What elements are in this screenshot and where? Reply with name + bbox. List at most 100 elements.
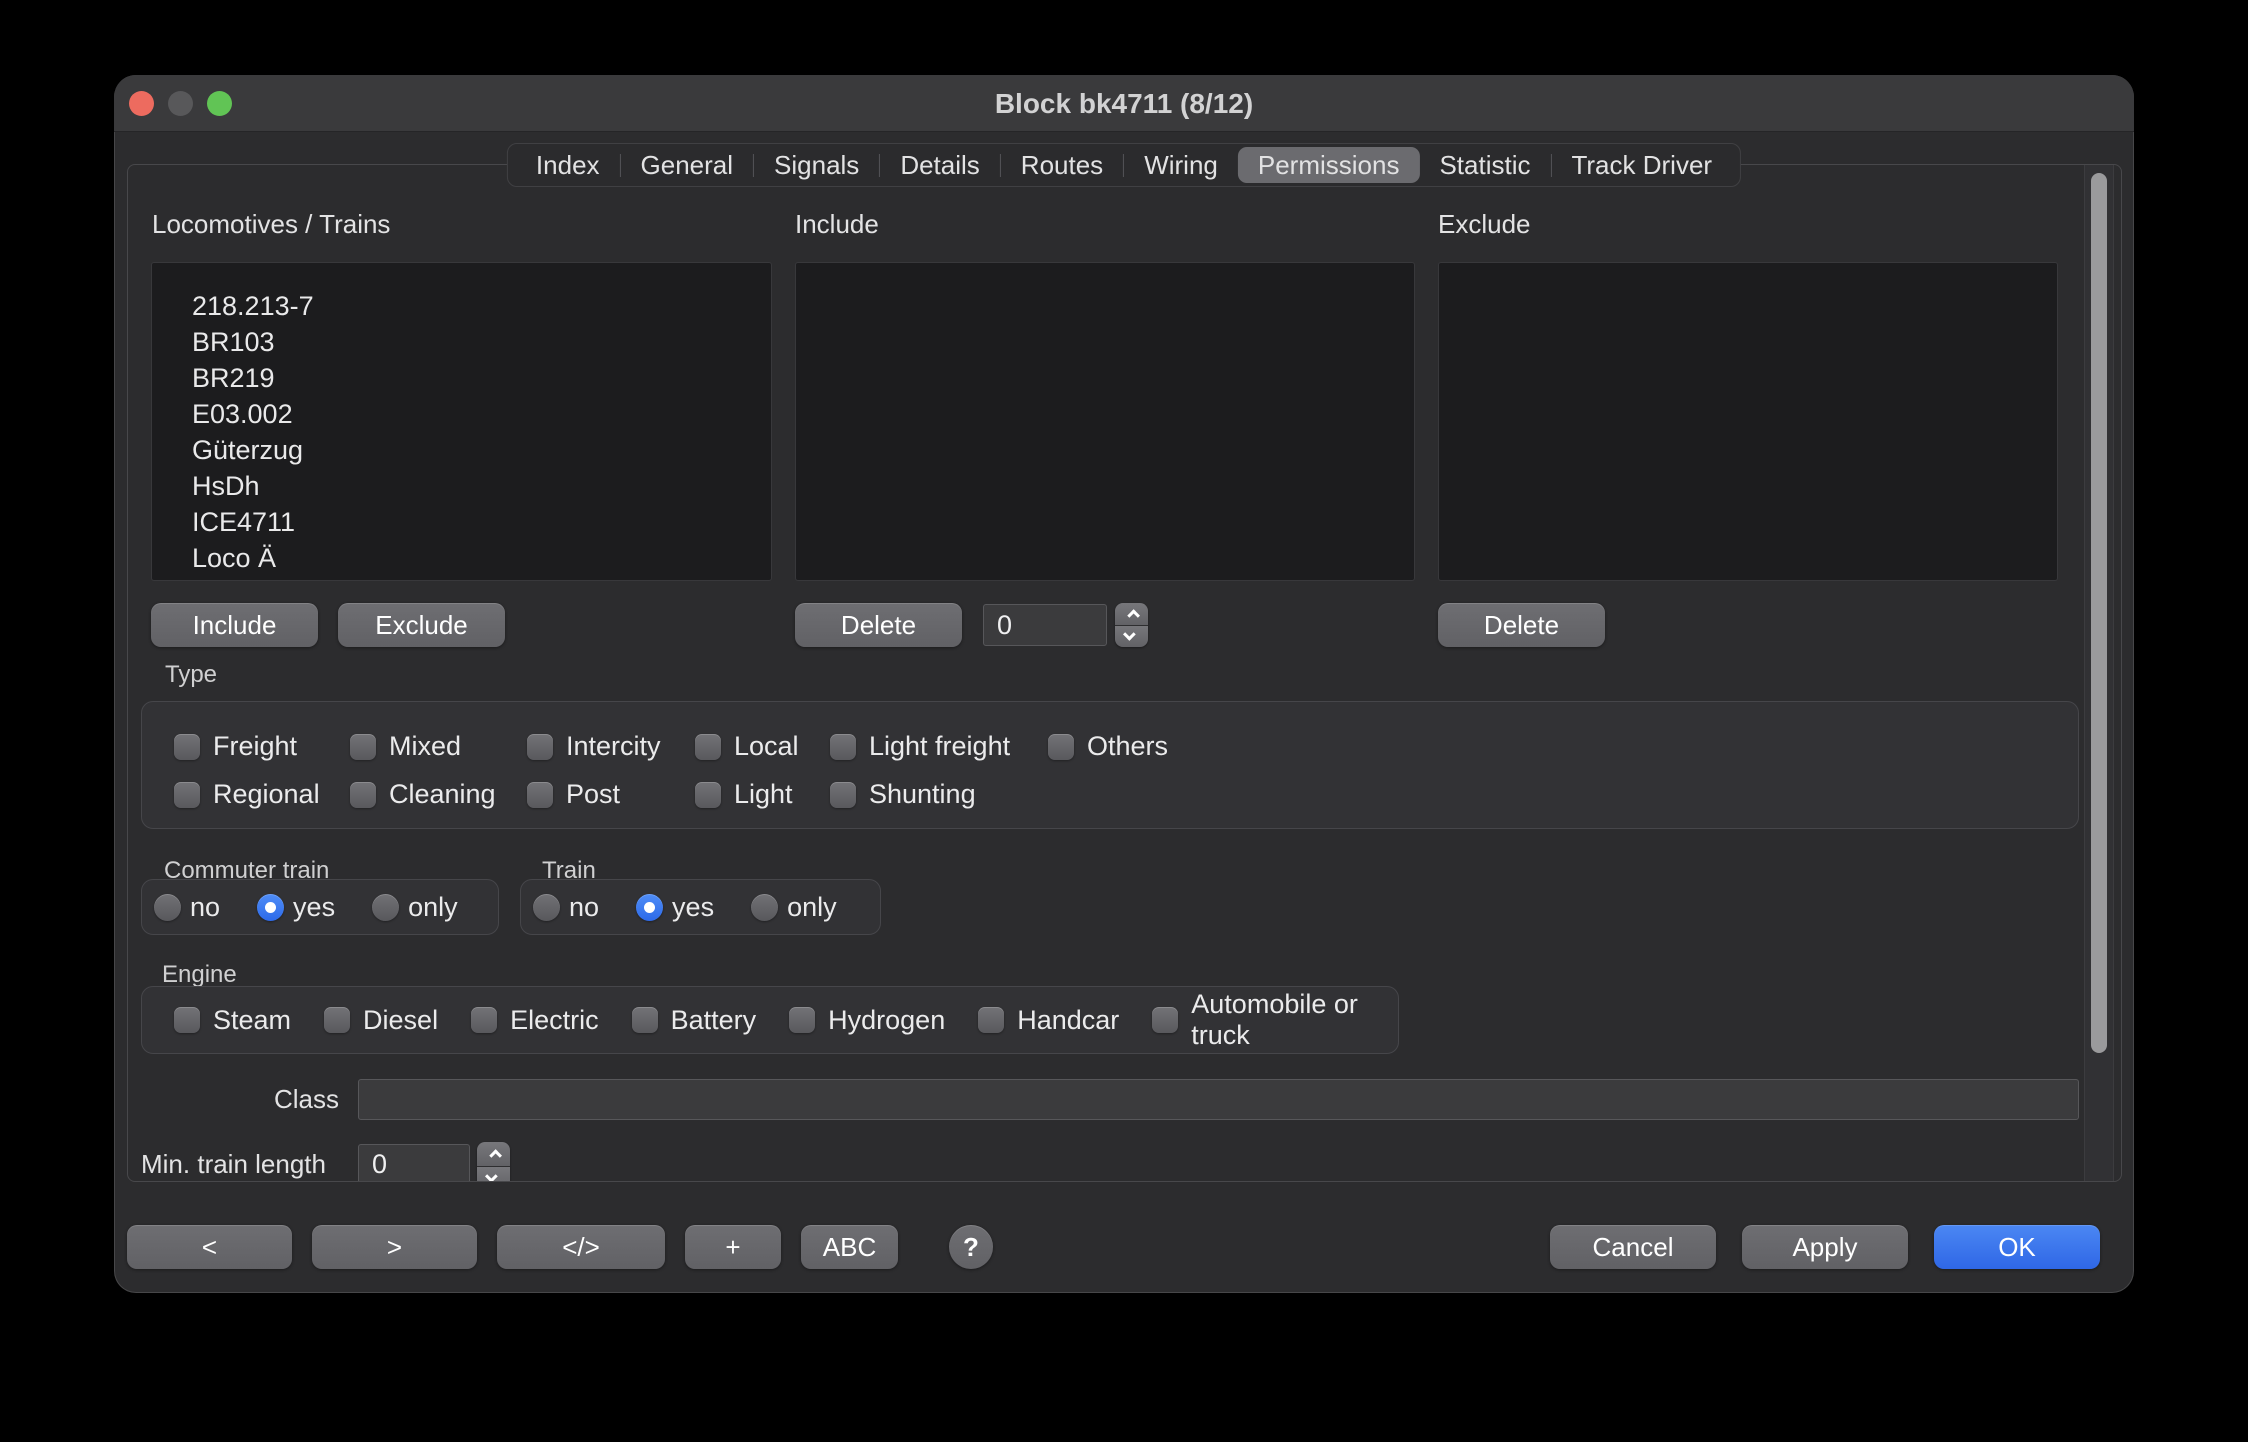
checkbox-freight[interactable]: Freight	[174, 731, 350, 762]
list-item[interactable]: HsDh	[192, 468, 771, 504]
checkbox-label: Diesel	[363, 1005, 438, 1036]
checkbox-cleaning[interactable]: Cleaning	[350, 779, 527, 810]
checkbox-automobile-or-truck[interactable]: Automobile or truck	[1152, 989, 1398, 1051]
tab-signals[interactable]: Signals	[754, 147, 879, 183]
close-button[interactable]	[129, 91, 154, 116]
checkbox-shunting[interactable]: Shunting	[830, 779, 1048, 810]
checkbox-light-freight[interactable]: Light freight	[830, 731, 1048, 762]
checkbox-box-icon[interactable]	[1152, 1007, 1178, 1033]
stepper-down-button[interactable]	[1115, 625, 1148, 648]
list-item[interactable]: ICE4711	[192, 504, 771, 540]
checkbox-box-icon[interactable]	[978, 1007, 1004, 1033]
min-train-length-label: Min. train length	[141, 1144, 326, 1182]
checkbox-hydrogen[interactable]: Hydrogen	[789, 1005, 945, 1036]
checkbox-box-icon[interactable]	[695, 782, 721, 808]
radio-commuter-yes[interactable]: yes	[257, 892, 335, 923]
radio-train-yes[interactable]: yes	[636, 892, 714, 923]
radio-button-icon[interactable]	[154, 894, 181, 921]
checkbox-diesel[interactable]: Diesel	[324, 1005, 438, 1036]
radio-commuter-no[interactable]: no	[154, 892, 220, 923]
checkbox-mixed[interactable]: Mixed	[350, 731, 527, 762]
radio-button-icon[interactable]	[257, 894, 284, 921]
min-train-length-field[interactable]: 0	[358, 1144, 470, 1182]
tab-wiring[interactable]: Wiring	[1124, 147, 1238, 183]
class-input[interactable]	[358, 1079, 2079, 1120]
add-button[interactable]: +	[685, 1225, 781, 1269]
checkbox-box-icon[interactable]	[324, 1007, 350, 1033]
radio-label: no	[190, 892, 220, 923]
apply-button[interactable]: Apply	[1742, 1225, 1908, 1269]
radio-button-icon[interactable]	[533, 894, 560, 921]
delete-exclude-button[interactable]: Delete	[1438, 603, 1605, 647]
ok-button[interactable]: OK	[1934, 1225, 2100, 1269]
checkbox-handcar[interactable]: Handcar	[978, 1005, 1119, 1036]
tab-permissions[interactable]: Permissions	[1238, 147, 1420, 183]
radio-commuter-only[interactable]: only	[372, 892, 458, 923]
checkbox-box-icon[interactable]	[174, 782, 200, 808]
include-list[interactable]	[795, 262, 1415, 581]
prev-button[interactable]: <	[127, 1225, 292, 1269]
tab-track-driver[interactable]: Track Driver	[1551, 147, 1732, 183]
checkbox-post[interactable]: Post	[527, 779, 695, 810]
checkbox-box-icon[interactable]	[830, 782, 856, 808]
code-button[interactable]: </>	[497, 1225, 665, 1269]
locomotives-list[interactable]: 218.213-7BR103BR219E03.002GüterzugHsDhIC…	[151, 262, 772, 581]
checkbox-box-icon[interactable]	[789, 1007, 815, 1033]
radio-button-icon[interactable]	[751, 894, 778, 921]
tab-statistic[interactable]: Statistic	[1419, 147, 1550, 183]
checkbox-box-icon[interactable]	[527, 734, 553, 760]
stepper-up-button[interactable]	[1115, 603, 1148, 625]
scrollbar-thumb[interactable]	[2091, 173, 2107, 1053]
tab-routes[interactable]: Routes	[1001, 147, 1123, 183]
list-item[interactable]: E03.002	[192, 396, 771, 432]
checkbox-others[interactable]: Others	[1048, 731, 2078, 762]
include-count-field[interactable]: 0	[983, 604, 1107, 646]
next-button[interactable]: >	[312, 1225, 477, 1269]
tab-index[interactable]: Index	[516, 147, 620, 183]
list-item[interactable]: Loco Ä	[192, 540, 771, 576]
checkbox-label: Post	[566, 779, 620, 810]
tab-general[interactable]: General	[621, 147, 754, 183]
checkbox-box-icon[interactable]	[471, 1007, 497, 1033]
list-item[interactable]: 218.213-7	[192, 288, 771, 324]
checkbox-box-icon[interactable]	[1048, 734, 1074, 760]
checkbox-intercity[interactable]: Intercity	[527, 731, 695, 762]
checkbox-box-icon[interactable]	[174, 734, 200, 760]
checkbox-box-icon[interactable]	[830, 734, 856, 760]
checkbox-label: Hydrogen	[828, 1005, 945, 1036]
list-item[interactable]: BR219	[192, 360, 771, 396]
list-item[interactable]: BR103	[192, 324, 771, 360]
checkbox-box-icon[interactable]	[350, 782, 376, 808]
list-item[interactable]: Güterzug	[192, 432, 771, 468]
cancel-button[interactable]: Cancel	[1550, 1225, 1716, 1269]
checkbox-light[interactable]: Light	[695, 779, 830, 810]
checkbox-regional[interactable]: Regional	[174, 779, 350, 810]
checkbox-box-icon[interactable]	[527, 782, 553, 808]
delete-include-button[interactable]: Delete	[795, 603, 962, 647]
radio-button-icon[interactable]	[372, 894, 399, 921]
include-button[interactable]: Include	[151, 603, 318, 647]
radio-train-only[interactable]: only	[751, 892, 837, 923]
radio-train-no[interactable]: no	[533, 892, 599, 923]
zoom-button[interactable]	[207, 91, 232, 116]
checkbox-box-icon[interactable]	[632, 1007, 658, 1033]
help-button[interactable]: ?	[949, 1225, 993, 1269]
checkbox-local[interactable]: Local	[695, 731, 830, 762]
checkbox-box-icon[interactable]	[695, 734, 721, 760]
stepper-down-button[interactable]	[477, 1166, 510, 1183]
checkbox-battery[interactable]: Battery	[632, 1005, 757, 1036]
exclude-list[interactable]	[1438, 262, 2058, 581]
checkbox-steam[interactable]: Steam	[174, 1005, 291, 1036]
checkbox-label: Mixed	[389, 731, 461, 762]
minimize-button[interactable]	[168, 91, 193, 116]
abc-button[interactable]: ABC	[801, 1225, 898, 1269]
scrollbar-track[interactable]	[2084, 165, 2114, 1182]
tab-details[interactable]: Details	[880, 147, 999, 183]
radio-button-icon[interactable]	[636, 894, 663, 921]
type-group-box: Freight Mixed IntercityLocalLight freightO…	[141, 701, 2079, 829]
checkbox-electric[interactable]: Electric	[471, 1005, 599, 1036]
checkbox-box-icon[interactable]	[174, 1007, 200, 1033]
stepper-up-button[interactable]	[477, 1142, 510, 1166]
checkbox-box-icon[interactable]	[350, 734, 376, 760]
exclude-button[interactable]: Exclude	[338, 603, 505, 647]
